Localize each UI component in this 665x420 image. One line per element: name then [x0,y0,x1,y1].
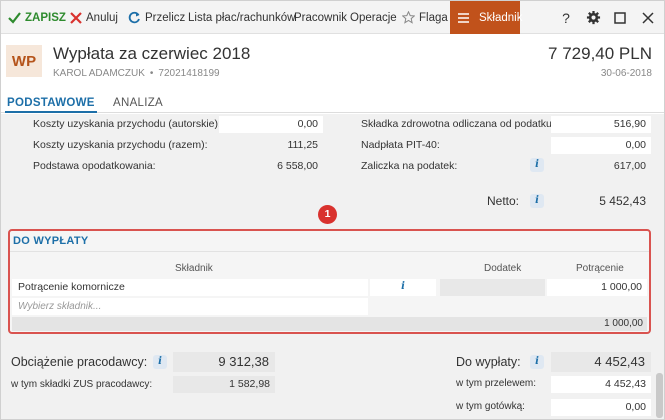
cancel-button[interactable]: Anuluj [70,1,118,34]
star-icon [402,11,415,24]
gear-icon [586,10,600,25]
field-value: 6 558,00 [277,160,318,172]
employer-zus-value: 1 582,98 [173,376,275,393]
info-icon[interactable]: i [530,158,544,172]
deduction-total: 1 000,00 [12,317,647,331]
operations-label: Operacje [350,11,397,24]
payout-transfer-value[interactable]: 4 452,43 [551,376,651,393]
employee-label: Pracownik [294,11,348,24]
info-icon[interactable]: i [396,280,410,294]
employer-zus-label: w tym składki ZUS pracodawcy: [11,379,153,390]
flag-button[interactable]: Flaga [402,1,448,34]
info-icon[interactable]: i [530,355,544,369]
close-icon [70,11,82,24]
payout-label: Do wypłaty: [456,355,521,369]
field-value[interactable]: 0,00 [219,116,323,133]
operations-button[interactable]: Operacje [350,1,397,34]
divider [10,251,649,252]
component-select-input[interactable]: Wybierz składnik... [12,298,368,315]
info-icon[interactable]: i [153,355,167,369]
refresh-icon [128,11,140,24]
employee-name: KAROL ADAMCZUK [53,68,145,79]
save-label: ZAPISZ [25,11,66,24]
payout-value: 4 452,43 [551,352,651,372]
toolbar: ZAPISZ Anuluj Przelicz Lista płac/rachun… [1,1,664,34]
netto-value: 5 452,43 [599,194,646,208]
payout-transfer-label: w tym przelewem: [456,378,537,389]
component-info-cell[interactable]: i [370,279,436,296]
document-type-badge: WP [6,45,42,77]
payout-section: DO WYPŁATY Składnik Dodatek Potrącenie P… [8,229,651,334]
section-title: DO WYPŁATY [13,235,89,247]
payout-cash-label: w tym gotówką: [456,401,525,412]
recalculate-label: Przelicz [145,11,186,24]
field-label: Koszty uzyskania przychodu (autorskie): [33,118,221,130]
field-value: 617,00 [613,160,646,172]
help-label: ? [562,9,570,26]
flag-label: Flaga [419,11,448,24]
component-button[interactable]: Składnik [450,1,523,34]
field-value: 111,25 [287,139,318,151]
payout-cash-value[interactable]: 0,00 [551,399,651,416]
tab-podstawowe[interactable]: PODSTAWOWE [5,93,97,113]
column-header-component: Składnik [175,263,213,274]
tab-bar: PODSTAWOWE ANALIZA [1,93,664,113]
payroll-list-label: Lista płac/rachunków [188,11,296,24]
column-header-deduction: Potrącenie [576,263,624,274]
addition-cell [440,279,545,296]
close-window-icon [642,11,654,24]
help-button[interactable]: ? [554,1,578,34]
tab-analiza[interactable]: ANALIZA [113,93,163,113]
field-label: Koszty uzyskania przychodu (razem): [33,139,208,151]
employee-info: KAROL ADAMCZUK • 72021418199 [53,68,220,79]
employer-cost-label: Obciążenie pracodawcy: [11,355,148,369]
recalculate-button[interactable]: Przelicz [128,1,185,34]
maximize-button[interactable] [608,1,632,34]
save-button[interactable]: ZAPISZ [8,1,66,34]
cancel-label: Anuluj [86,11,118,24]
menu-icon [458,12,469,23]
employee-button[interactable]: Pracownik [294,1,347,34]
field-value[interactable]: 516,90 [551,116,651,133]
info-icon[interactable]: i [530,194,544,208]
payroll-list-button[interactable]: Lista płac/rachunków [188,1,295,34]
column-header-addition: Dodatek [484,263,522,274]
maximize-icon [614,11,626,24]
scrollbar[interactable] [656,373,663,418]
field-label: Podstawa opodatkowania: [33,160,156,172]
deduction-cell[interactable]: 1 000,00 [547,279,647,296]
netto-label: Netto: [487,194,520,208]
payslip-window: ZAPISZ Anuluj Przelicz Lista płac/rachun… [0,0,665,420]
employer-cost-value: 9 312,38 [173,352,275,372]
annotation-marker: 1 [318,205,337,224]
page-title: Wypłata za czerwiec 2018 [53,44,251,63]
employee-id: 72021418199 [158,68,220,79]
separator: • [149,68,154,79]
component-label: Składnik [479,11,523,24]
component-name-cell[interactable]: Potrącenie komornicze [12,279,368,296]
close-button[interactable] [636,1,660,34]
field-label: Nadpłata PIT-40: [361,139,440,151]
document-date: 30-06-2018 [600,68,652,79]
check-icon [8,12,21,24]
field-label: Zaliczka na podatek: [361,160,458,172]
field-value[interactable]: 0,00 [551,137,651,154]
document-amount: 7 729,40 PLN [548,44,652,63]
settings-button[interactable] [581,1,605,34]
field-label: Składka zdrowotna odliczana od podatku: [361,118,555,130]
